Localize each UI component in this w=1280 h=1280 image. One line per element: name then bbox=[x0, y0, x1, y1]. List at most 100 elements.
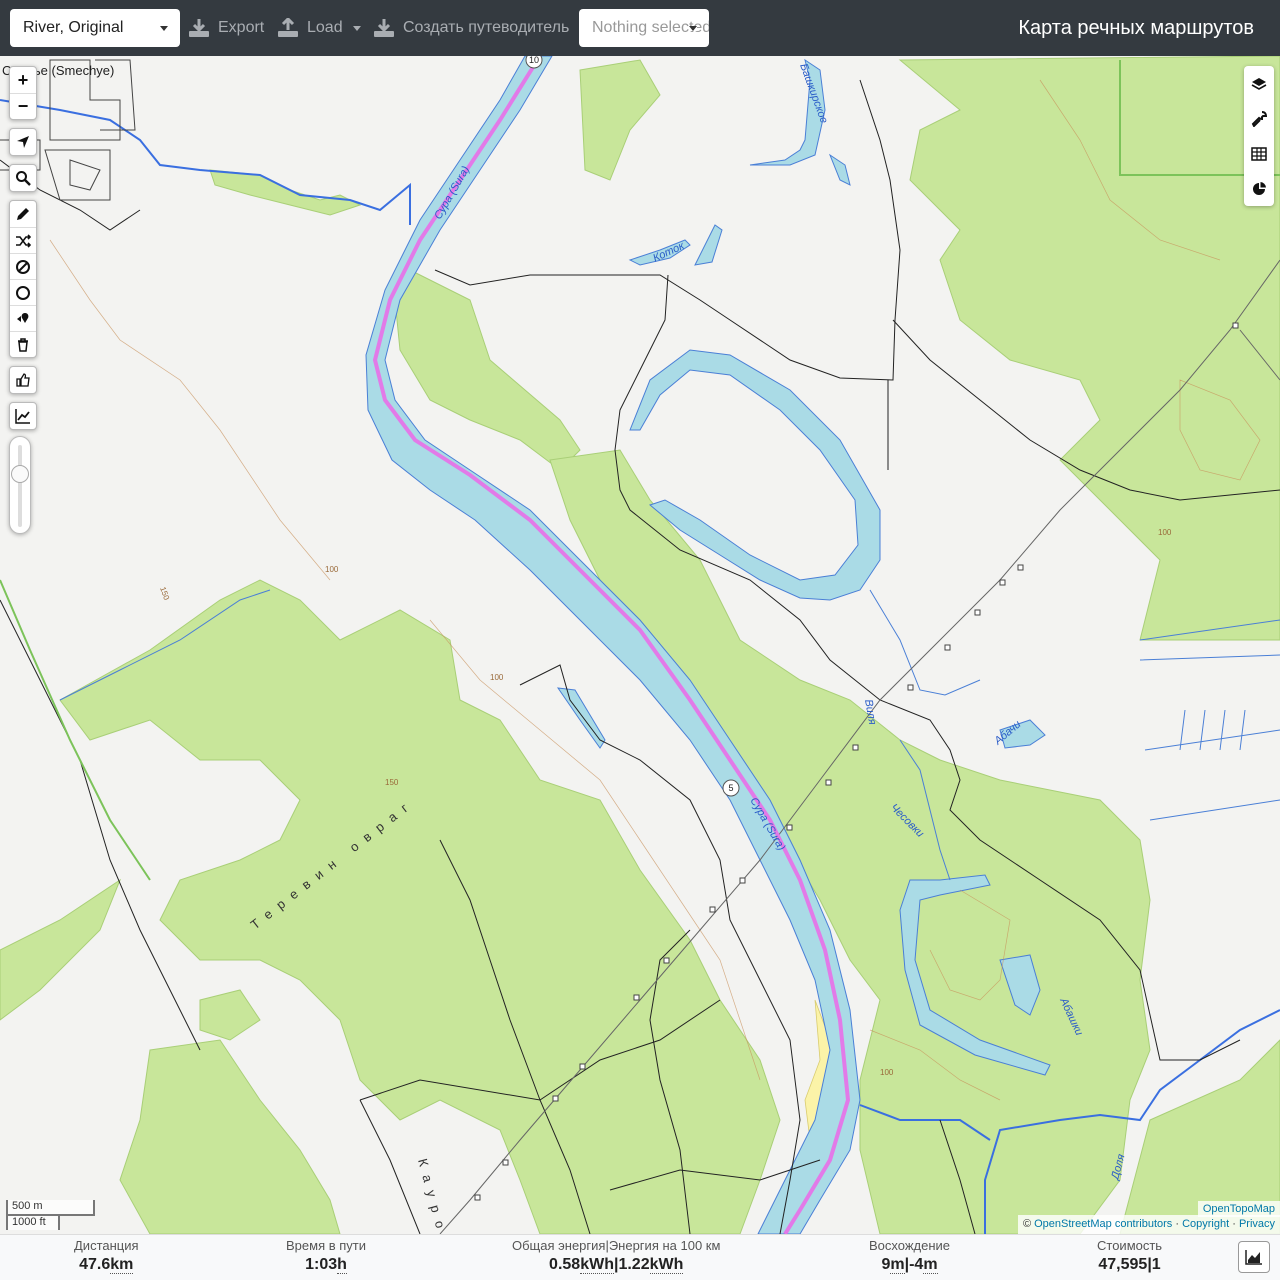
search-control bbox=[9, 164, 37, 192]
load-label: Load bbox=[307, 19, 343, 36]
export-button[interactable]: Export bbox=[188, 14, 264, 42]
locate-button[interactable] bbox=[10, 129, 36, 155]
poi-button[interactable] bbox=[10, 305, 36, 331]
trash-icon bbox=[18, 337, 28, 352]
analysis-button[interactable] bbox=[1244, 171, 1274, 206]
stat-distance: Дистанция 47.6km bbox=[74, 1237, 139, 1276]
osm-link[interactable]: OpenStreetMap contributors bbox=[1034, 1218, 1172, 1230]
chevron-down-icon bbox=[160, 26, 168, 31]
locate-icon bbox=[17, 136, 29, 148]
right-toolbar bbox=[1244, 66, 1274, 206]
attribution-prefix: © bbox=[1022, 1218, 1032, 1230]
selection-dropdown[interactable]: Nothing selected bbox=[579, 9, 709, 47]
locate-control bbox=[9, 128, 37, 156]
stat-energy: Общая энергия|Энергия на 100 км 0.58kWh|… bbox=[512, 1238, 721, 1274]
table-icon bbox=[1251, 146, 1267, 161]
descend-unit: m bbox=[923, 1256, 938, 1274]
chevron-down-icon bbox=[689, 26, 697, 31]
create-guide-button[interactable]: Создать путеводитель bbox=[373, 14, 569, 42]
contour-label-100: 100 bbox=[325, 565, 339, 574]
draw-route-button[interactable] bbox=[10, 201, 36, 227]
opacity-slider[interactable] bbox=[9, 436, 31, 534]
pie-icon bbox=[1253, 181, 1266, 195]
like-icon bbox=[16, 373, 30, 387]
chevron-down-icon bbox=[352, 25, 361, 31]
circle-icon bbox=[16, 285, 30, 300]
energy-label: Общая энергия|Энергия на 100 км bbox=[512, 1238, 721, 1253]
energy-total: 0.58 bbox=[549, 1256, 581, 1273]
time-label: Время в пути bbox=[286, 1238, 366, 1253]
distance-label: Дистанция bbox=[74, 1238, 139, 1253]
zoom-in-button[interactable]: + bbox=[10, 67, 36, 93]
layers-icon bbox=[1251, 77, 1267, 90]
stat-cost: Стоимость 47,595|1 bbox=[1097, 1238, 1163, 1273]
stat-time: Время в пути 1:03h bbox=[286, 1237, 366, 1276]
no-go-icon bbox=[16, 259, 30, 274]
profile-select[interactable]: River, Original bbox=[10, 9, 180, 47]
zoom-control: + − bbox=[9, 66, 37, 120]
elevation-chart-button[interactable] bbox=[1238, 1241, 1270, 1273]
ascend-unit: m bbox=[890, 1256, 905, 1274]
cost-label: Стоимость bbox=[1097, 1238, 1163, 1253]
delete-button[interactable] bbox=[10, 331, 36, 357]
wrench-icon bbox=[1251, 110, 1267, 127]
contour-label-150b: 150 bbox=[158, 586, 171, 602]
contour-label-100b: 100 bbox=[490, 673, 504, 682]
map-label-kotok: Коток bbox=[651, 240, 687, 265]
chart-icon bbox=[1245, 1250, 1262, 1265]
energy-total-unit: kWh bbox=[580, 1256, 614, 1274]
poi-icon bbox=[17, 312, 29, 323]
copyright-link[interactable]: Copyright bbox=[1182, 1218, 1229, 1230]
scale-bar: 500 m 1000 ft bbox=[6, 1200, 95, 1230]
route-marker-top-label: 10 bbox=[529, 56, 539, 65]
shuffle-button[interactable] bbox=[10, 227, 36, 253]
guide-icon bbox=[374, 19, 394, 37]
search-button[interactable] bbox=[10, 165, 36, 191]
like-control bbox=[9, 366, 37, 394]
slider-track bbox=[18, 445, 22, 527]
draw-toolbar bbox=[9, 200, 37, 358]
time-value: 1:03 bbox=[305, 1256, 338, 1273]
contour-label-150: 150 bbox=[385, 778, 399, 787]
load-button[interactable]: Load bbox=[277, 14, 361, 42]
distance-value: 47.6 bbox=[79, 1256, 111, 1273]
table-button[interactable] bbox=[1244, 136, 1274, 171]
export-icon bbox=[189, 19, 209, 37]
map-canvas[interactable]: 10 5 Сура (Sura) Сура (Sura) Коток Башки… bbox=[0, 56, 1280, 1234]
ascend-label: Восхождение bbox=[869, 1238, 951, 1253]
app-title: Карта речных маршрутов bbox=[1018, 17, 1254, 39]
create-guide-label: Создать путеводитель bbox=[403, 19, 570, 36]
profile-select-value: River, Original bbox=[23, 19, 124, 36]
stat-ascend: Восхождение 9m|-4m bbox=[869, 1238, 951, 1274]
privacy-link[interactable]: Privacy bbox=[1239, 1218, 1275, 1230]
slider-knob[interactable] bbox=[11, 465, 29, 483]
no-go-area-button[interactable] bbox=[10, 253, 36, 279]
layers-button[interactable] bbox=[1244, 66, 1274, 101]
feedback-button[interactable] bbox=[10, 367, 36, 393]
contour-label-100d: 100 bbox=[880, 1068, 894, 1077]
energy-per100-unit: kWh bbox=[649, 1256, 684, 1274]
scale-imperial: 1000 ft bbox=[6, 1214, 60, 1230]
shuffle-icon bbox=[16, 233, 31, 248]
chart-icon bbox=[15, 409, 30, 424]
time-unit: h bbox=[337, 1256, 347, 1274]
elevation-control bbox=[9, 402, 37, 430]
attribution: © OpenStreetMap contributors · Copyright… bbox=[1017, 1215, 1280, 1234]
cost-extra: 1 bbox=[1151, 1256, 1161, 1273]
map-label-kaurov: Кауров bbox=[415, 1157, 454, 1234]
draw-icon bbox=[17, 208, 29, 220]
distance-unit: km bbox=[110, 1256, 134, 1274]
settings-button[interactable] bbox=[1244, 101, 1274, 136]
topo-map: 10 5 Сура (Sura) Сура (Sura) Коток Башки… bbox=[0, 56, 1280, 1234]
export-label: Export bbox=[218, 19, 265, 36]
route-stats-bar: Дистанция 47.6km Время в пути 1:03h Обща… bbox=[0, 1234, 1280, 1280]
cost-value: 47,595 bbox=[1098, 1256, 1148, 1273]
search-icon bbox=[16, 171, 31, 186]
zoom-out-button[interactable]: − bbox=[10, 93, 36, 119]
load-icon bbox=[278, 18, 298, 37]
ascend-down: -4 bbox=[909, 1256, 924, 1273]
route-marker-mid-label: 5 bbox=[728, 783, 733, 793]
elevation-button[interactable] bbox=[10, 403, 36, 429]
circle-area-button[interactable] bbox=[10, 279, 36, 305]
top-toolbar: River, Original Export Load Создать путе… bbox=[0, 0, 1280, 56]
